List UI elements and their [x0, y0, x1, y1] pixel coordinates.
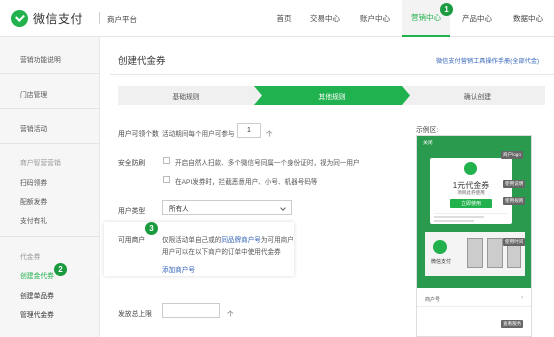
step-confirm-create: 确认创建 [463, 93, 492, 101]
sidebar-group-smart-marketing: 商户智营营销 [20, 160, 61, 167]
nav-data-center[interactable]: 数据中心 [508, 0, 548, 37]
nav-home-label: 首页 [276, 14, 292, 23]
add-merchant-link[interactable]: 添加商户号 [162, 264, 195, 274]
preview-coupon-card: 1元代金券 项目此券使用 立即使用 [430, 158, 512, 224]
security-option-2-checkbox[interactable] [163, 176, 170, 183]
nav-marketing-center-label: 营销中心 [411, 13, 441, 22]
sidebar: 营销功能说明 门店管理 营销活动 商户智营营销 扫码领券 配额发券 支付有礼 代… [0, 37, 100, 337]
preview-use-button: 立即使用 [450, 199, 492, 208]
sidebar-item-create-coupon[interactable]: 创建金代券 [20, 270, 54, 280]
top-bar: 微信支付 商户平台 首页 交易中心 账户中心 营销中心 产品中心 数据中心 [0, 0, 554, 37]
issue-limit-unit: 个 [227, 311, 234, 318]
nav-trade-center[interactable]: 交易中心 [305, 0, 345, 37]
merchant-text-line2: 用户可以在以下商户的订单中使用代金券 [162, 249, 281, 256]
preview-card-detail-line [434, 216, 484, 218]
preview-label: 示例区: [416, 127, 439, 134]
logo-divider [99, 12, 100, 24]
title-divider [110, 74, 554, 75]
preview-row-divider [417, 306, 531, 307]
sidebar-item-marketing-intro[interactable]: 营销功能说明 [20, 54, 61, 64]
chevron-down-icon [280, 205, 286, 211]
issue-limit-input[interactable] [162, 303, 220, 318]
step-badge-2: 2 [54, 263, 67, 276]
per-user-text: 活动期间每个用户可参与 [162, 131, 235, 138]
preview-tag-desc: 使用说明 [503, 180, 526, 188]
merchant-text-prefix: 仅限活动单自己或的 [162, 237, 222, 244]
nav-data-center-label: 数据中心 [513, 14, 543, 23]
preview-phone-image [467, 238, 483, 268]
step-indicator: 基础规则 其他规则 确认创建 [118, 86, 545, 105]
sidebar-item-create-single-coupon[interactable]: 创建单品券 [20, 290, 54, 300]
merchant-text-suffix: 为可用商户 [260, 237, 294, 244]
preview-brand-text: 微信支付 [431, 259, 452, 265]
nav-trade-center-label: 交易中心 [310, 14, 340, 23]
sidebar-divider [0, 236, 100, 237]
per-user-label: 用户可领个数 [118, 131, 159, 138]
preview-tag-time: 使用时间 [503, 238, 526, 246]
same-brand-merchant-link[interactable]: 同品牌商户号 [221, 237, 261, 244]
sidebar-item-store-management[interactable]: 门店管理 [20, 89, 47, 99]
help-manual-link[interactable]: 微信支付营销工具操作手册(全部代金) [436, 56, 539, 65]
wechat-pay-logo-icon [11, 10, 28, 27]
step-other-rules: 其他规则 [318, 93, 346, 101]
preview-phone-image [487, 238, 503, 268]
nav-account-center[interactable]: 账户中心 [355, 0, 395, 37]
merchant-text-line1: 仅限活动单自己或的同品牌商户号为可用商户 [162, 234, 294, 244]
preview-merchant-logo [464, 162, 477, 175]
merchant-label: 可用商户 [118, 237, 146, 244]
preview-merchant-row: 商户号 [425, 297, 441, 303]
sidebar-divider [0, 73, 100, 74]
preview-coupon-sub: 项目此券使用 [457, 190, 485, 195]
step-badge-3: 3 [145, 222, 158, 235]
issue-limit-label: 发放总上限 [118, 311, 152, 318]
chevron-right-icon: › [521, 295, 523, 301]
sidebar-item-scan-coupon[interactable]: 扫码领券 [20, 177, 47, 187]
page-title: 创建代金券 [118, 56, 166, 67]
preview-card-divider [434, 213, 508, 214]
sidebar-item-pay-gift[interactable]: 支付有礼 [20, 215, 47, 225]
per-user-input[interactable]: 1 [237, 123, 261, 138]
security-option-1-text: 开启自然人扫款、多个微信号同属一个身份证时，视为同一用户 [175, 160, 360, 167]
preview-card-detail-line [434, 220, 474, 222]
preview-tag-rule: 使用规则 [503, 197, 526, 205]
preview-close-text: 关闭 [423, 141, 433, 146]
nav-product-center-label: 产品中心 [462, 14, 492, 23]
step-badge-1: 1 [440, 3, 453, 16]
logo-text: 微信支付 [33, 12, 84, 26]
preview-use-button-label: 立即使用 [460, 201, 481, 207]
preview-tag-service: 查看服务 [501, 320, 524, 328]
nav-product-center[interactable]: 产品中心 [457, 0, 497, 37]
sidebar-item-marketing-activity[interactable]: 营销活动 [20, 123, 47, 133]
user-type-label: 用户类型 [118, 208, 146, 215]
step-basic-rules: 基础规则 [172, 93, 200, 101]
sidebar-divider [0, 108, 100, 109]
preview-wechat-pay-logo [433, 240, 447, 254]
security-option-2-text: 在API发券时，拦截恶意用户、小号、机器号码等 [175, 179, 318, 186]
merchant-platform-label: 商户平台 [107, 15, 137, 24]
sidebar-group-coupon: 代金券 [20, 254, 41, 261]
user-type-value: 所有人 [169, 205, 189, 213]
wechat-pay-logo[interactable]: 微信支付 [11, 10, 83, 27]
user-type-select[interactable]: 所有人 [162, 200, 292, 215]
security-label: 安全防刷 [118, 160, 146, 167]
sidebar-divider [0, 143, 100, 144]
preview-ad-footer [425, 276, 525, 284]
per-user-unit: 个 [266, 131, 273, 138]
preview-tag-merchant-logo: 商户logo [501, 151, 523, 159]
sidebar-item-manage-coupon[interactable]: 管理代金券 [20, 309, 54, 319]
nav-account-center-label: 账户中心 [360, 14, 390, 23]
security-option-1-checkbox[interactable] [163, 157, 170, 164]
preview-phone: 关闭 1元代金券 项目此券使用 立即使用 微信支付 商户号 › [416, 135, 532, 337]
nav-home[interactable]: 首页 [269, 0, 299, 37]
sidebar-item-quota-coupon[interactable]: 配额发券 [20, 196, 47, 206]
